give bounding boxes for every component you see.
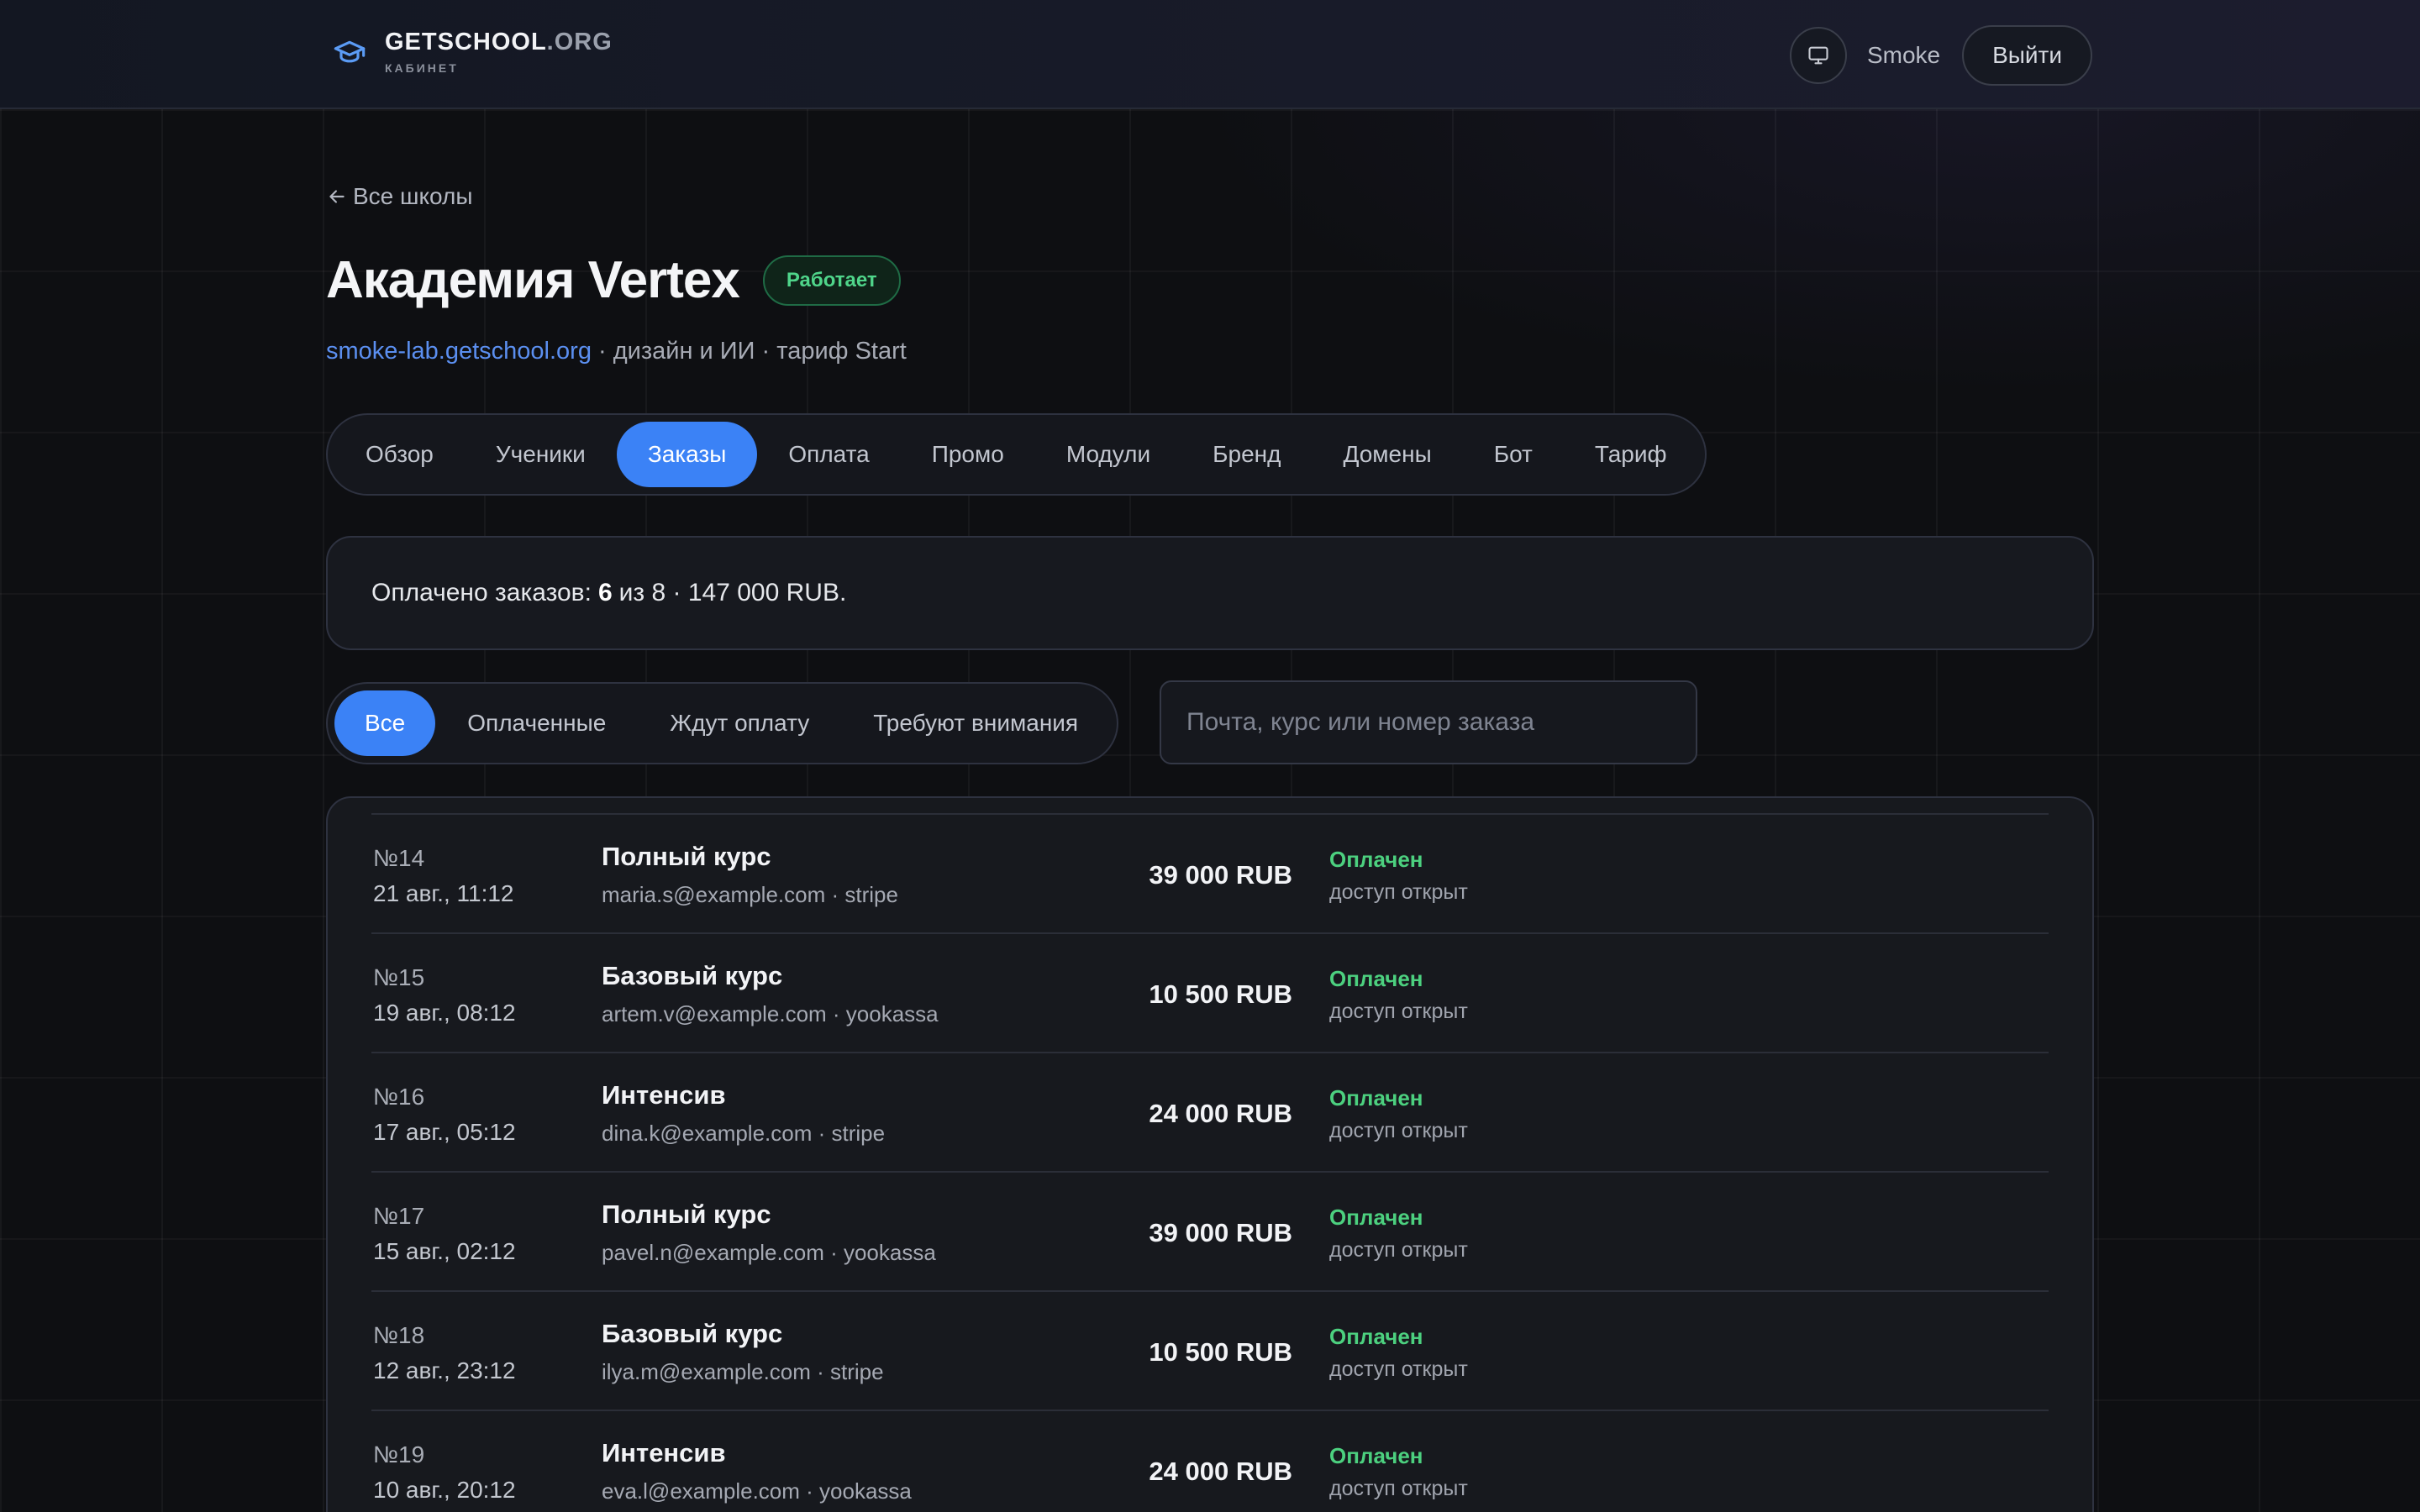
order-status: Оплачен [1329, 1085, 1423, 1110]
order-number: №14 [373, 845, 425, 871]
brand-logo[interactable]: GETSCHOOL.ORG КАБИНЕТ [333, 29, 613, 75]
brand-text: GETSCHOOL.ORG КАБИНЕТ [385, 29, 613, 75]
order-filters: Все Оплаченные Ждут оплату Требуют внима… [326, 682, 1119, 764]
school-title-row: Академия Vertex Работает [326, 250, 901, 310]
order-access: доступ открыт [1329, 1238, 1468, 1262]
summary-prefix: Оплачено заказов: [371, 579, 592, 606]
order-date: 12 авг., 23:12 [373, 1357, 516, 1383]
tab-modules[interactable]: Модули [1035, 422, 1181, 487]
order-date: 19 авг., 08:12 [373, 1000, 516, 1026]
order-course: Базовый курс [602, 961, 783, 990]
orders-summary: Оплачено заказов: 6 из 8 · 147 000 RUB. [326, 536, 2094, 650]
order-date: 15 авг., 02:12 [373, 1238, 516, 1264]
monitor-icon [1808, 46, 1828, 65]
tab-tariff[interactable]: Тариф [1564, 422, 1698, 487]
logout-button[interactable]: Выйти [1962, 25, 2092, 86]
table-row[interactable]: №15 19 авг., 08:12 Базовый курс artem.v@… [371, 932, 2049, 1052]
order-amount: 10 500 RUB [1149, 979, 1292, 1009]
filter-all[interactable]: Все [334, 690, 436, 756]
school-details: · дизайн и ИИ · тариф Start [591, 338, 907, 365]
school-tabs: Обзор Ученики Заказы Оплата Промо Модули… [326, 413, 1707, 496]
order-course: Полный курс [602, 842, 771, 871]
order-number: №19 [373, 1441, 425, 1467]
order-date: 17 авг., 05:12 [373, 1119, 516, 1145]
order-meta: artem.v@example.com · yookassa [602, 1001, 939, 1026]
table-row[interactable]: №18 12 авг., 23:12 Базовый курс ilya.m@e… [371, 1290, 2049, 1410]
tab-domains[interactable]: Домены [1312, 422, 1462, 487]
order-date: 21 авг., 11:12 [373, 880, 514, 906]
tab-brand[interactable]: Бренд [1181, 422, 1312, 487]
order-meta: dina.k@example.com · stripe [602, 1121, 886, 1146]
table-row[interactable]: №17 15 авг., 02:12 Полный курс pavel.n@e… [371, 1171, 2049, 1290]
summary-rest: из 8 · 147 000 RUB. [618, 579, 847, 606]
theme-toggle-button[interactable] [1789, 27, 1847, 84]
search-input[interactable] [1160, 680, 1697, 764]
order-course: Интенсив [602, 1438, 726, 1467]
user-name: Smoke [1866, 42, 1941, 68]
order-access: доступ открыт [1329, 1119, 1468, 1142]
order-meta: maria.s@example.com · stripe [602, 882, 898, 907]
order-number: №16 [373, 1084, 425, 1110]
filter-awaiting-payment[interactable]: Ждут оплату [638, 690, 841, 756]
status-badge: Работает [762, 255, 901, 306]
tab-students[interactable]: Ученики [465, 422, 617, 487]
brand-subtitle: КАБИНЕТ [385, 61, 459, 75]
table-row[interactable]: №19 10 авг., 20:12 Интенсив eva.l@exampl… [371, 1410, 2049, 1512]
order-number: №15 [373, 964, 425, 990]
order-course: Полный курс [602, 1200, 771, 1229]
order-meta: eva.l@example.com · yookassa [602, 1478, 912, 1504]
order-access: доступ открыт [1329, 1000, 1468, 1023]
order-meta: ilya.m@example.com · stripe [602, 1359, 884, 1384]
school-subline: smoke-lab.getschool.org · дизайн и ИИ · … [326, 338, 907, 365]
tab-bot[interactable]: Бот [1463, 422, 1564, 487]
order-amount: 24 000 RUB [1149, 1099, 1292, 1128]
order-access: доступ открыт [1329, 1477, 1468, 1500]
order-status: Оплачен [1329, 1324, 1423, 1349]
school-domain-link[interactable]: smoke-lab.getschool.org [326, 338, 592, 365]
page-title: Академия Vertex [326, 251, 740, 309]
tab-overview[interactable]: Обзор [334, 422, 465, 487]
order-status: Оплачен [1329, 847, 1423, 872]
orders-list: №14 21 авг., 11:12 Полный курс maria.s@e… [326, 796, 2094, 1512]
order-number: №17 [373, 1203, 425, 1229]
order-date: 10 авг., 20:12 [373, 1477, 516, 1503]
order-amount: 10 500 RUB [1149, 1337, 1292, 1367]
back-link-label: Все школы [353, 183, 473, 209]
tab-promo[interactable]: Промо [901, 422, 1035, 487]
brand-name-tld: .ORG [546, 29, 613, 55]
order-meta: pavel.n@example.com · yookassa [602, 1240, 936, 1265]
graduation-cap-icon [334, 40, 366, 62]
order-course: Интенсив [602, 1080, 726, 1110]
tab-payment[interactable]: Оплата [757, 422, 900, 487]
table-row[interactable]: №16 17 авг., 05:12 Интенсив dina.k@examp… [371, 1052, 2049, 1171]
order-amount: 39 000 RUB [1149, 860, 1292, 890]
user-controls: Smoke Выйти [1789, 25, 2092, 86]
order-number: №18 [373, 1322, 425, 1348]
back-to-schools-link[interactable]: Все школы [326, 183, 472, 210]
summary-paid-count: 6 [597, 579, 613, 606]
filter-paid[interactable]: Оплаченные [435, 690, 638, 756]
order-access: доступ открыт [1329, 880, 1468, 904]
order-course: Базовый курс [602, 1319, 783, 1348]
tab-orders[interactable]: Заказы [616, 422, 758, 487]
arrow-left-icon [329, 190, 345, 203]
order-amount: 39 000 RUB [1149, 1218, 1292, 1247]
filter-needs-attention[interactable]: Требуют внимания [841, 690, 1110, 756]
order-status: Оплачен [1329, 1205, 1423, 1230]
order-access: доступ открыт [1329, 1357, 1468, 1381]
top-bar: GETSCHOOL.ORG КАБИНЕТ Smoke Выйти [0, 0, 2420, 109]
order-amount: 24 000 RUB [1149, 1457, 1292, 1486]
order-status: Оплачен [1329, 966, 1423, 991]
brand-name: GETSCHOOL.ORG [385, 29, 613, 56]
brand-name-main: GETSCHOOL [385, 29, 547, 55]
table-row[interactable]: №14 21 авг., 11:12 Полный курс maria.s@e… [371, 813, 2049, 932]
order-status: Оплачен [1329, 1443, 1423, 1468]
